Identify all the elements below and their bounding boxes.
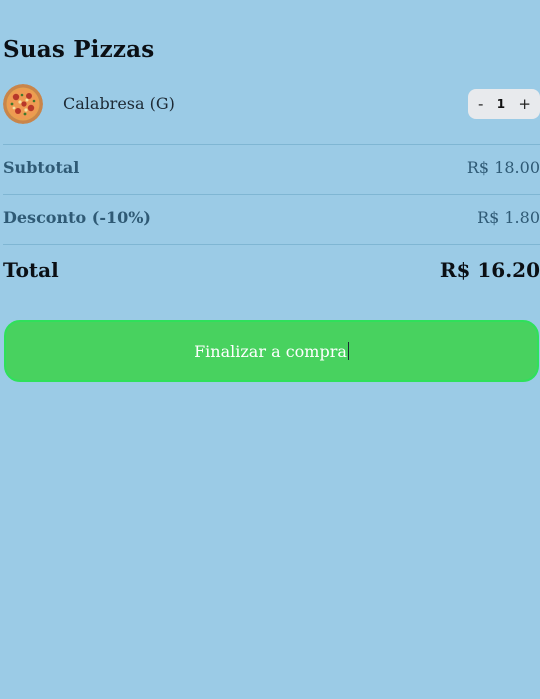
subtotal-row: Subtotal R$ 18.00 <box>3 158 540 177</box>
divider <box>3 144 540 145</box>
pizza-icon <box>3 84 43 124</box>
text-cursor <box>347 342 349 360</box>
increment-button[interactable]: + <box>518 96 531 112</box>
cart-item-name: Calabresa (G) <box>63 94 175 113</box>
divider <box>3 244 540 245</box>
decrement-button[interactable]: - <box>478 96 483 112</box>
total-row: Total R$ 16.20 <box>3 258 540 282</box>
discount-value: R$ 1.80 <box>477 208 540 227</box>
cart-title: Suas Pizzas <box>3 36 155 63</box>
subtotal-label: Subtotal <box>3 158 80 177</box>
subtotal-value: R$ 18.00 <box>466 158 540 177</box>
discount-row: Desconto (-10%) R$ 1.80 <box>3 208 540 227</box>
quantity-value: 1 <box>496 97 506 111</box>
checkout-button[interactable]: Finalizar a compra <box>4 320 539 382</box>
checkout-button-label: Finalizar a compra <box>194 341 347 361</box>
divider <box>3 194 540 195</box>
discount-label: Desconto (-10%) <box>3 208 151 227</box>
total-value: R$ 16.20 <box>439 258 540 282</box>
cart-item-row: Calabresa (G) - 1 + <box>3 84 540 124</box>
quantity-stepper: - 1 + <box>468 89 540 119</box>
total-label: Total <box>3 258 59 282</box>
